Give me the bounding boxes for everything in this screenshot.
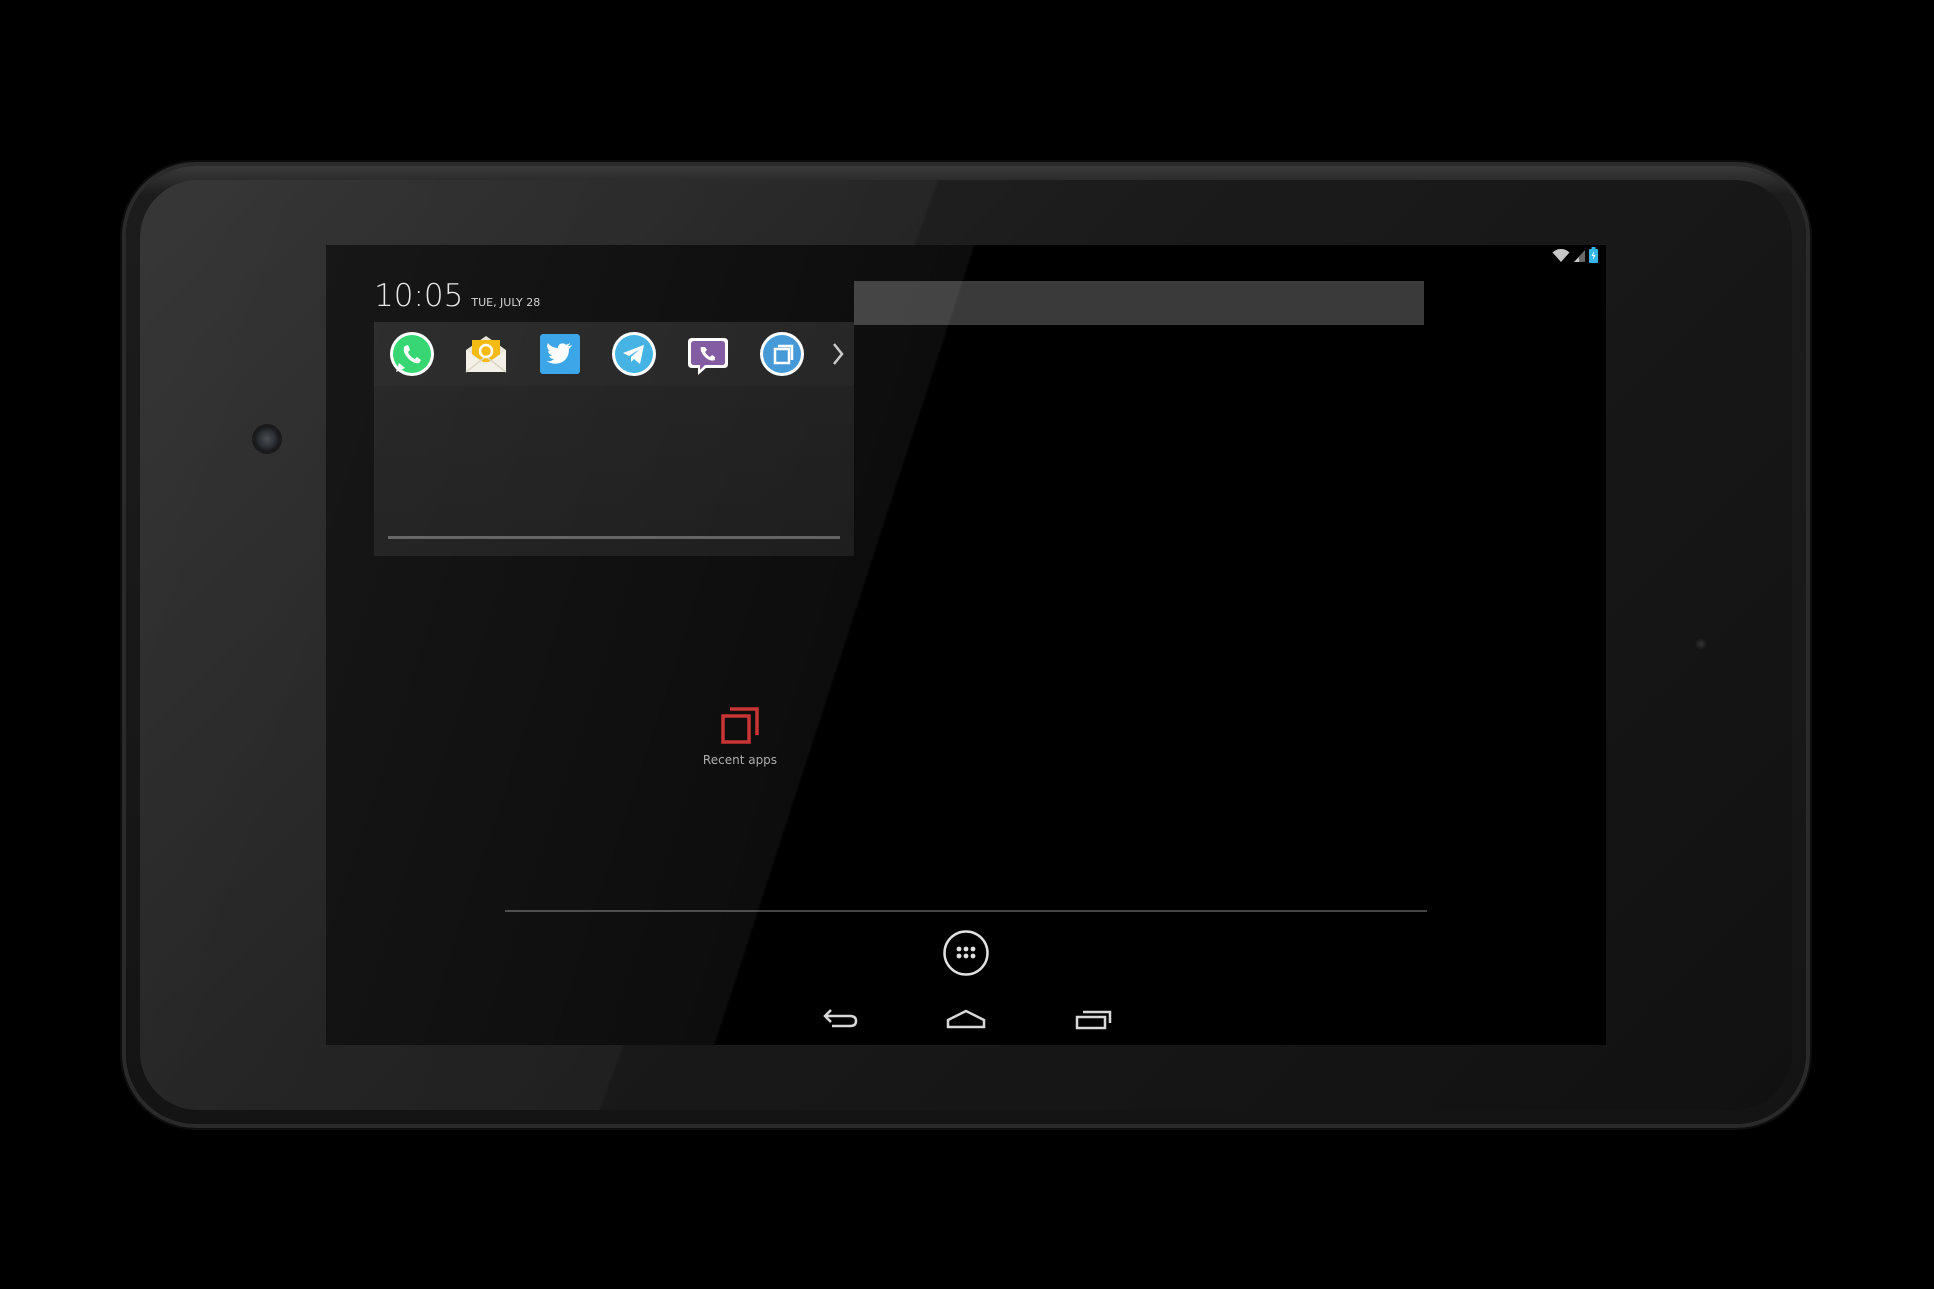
viber-icon[interactable] [684,330,732,378]
navigation-bar [326,1001,1606,1041]
home-icon[interactable] [944,1001,988,1037]
telegram-icon[interactable] [610,330,658,378]
clock-date: TUE, JULY 28 [471,296,541,309]
recent-apps-icon[interactable] [758,330,806,378]
clock-app-widget: 10:05 TUE, JULY 28 [374,278,854,556]
recents-icon[interactable] [1072,1001,1116,1037]
recent-apps-label: Recent apps [702,753,778,767]
dock-divider [505,910,1427,912]
front-camera [254,426,280,452]
twitter-icon[interactable] [536,330,584,378]
battery-charging-icon [1589,247,1598,267]
chevron-right-icon[interactable] [830,340,846,368]
recent-apps-shortcut[interactable]: Recent apps [690,703,790,767]
whatsapp-icon[interactable] [388,330,436,378]
email-icon[interactable] [462,330,510,378]
clock-time[interactable]: 10:05 [374,278,463,314]
wifi-icon [1552,248,1570,267]
stage: 10:05 TUE, JULY 28 Recent apps [0,0,1934,1289]
signal-icon [1573,248,1586,267]
status-bar [1552,247,1598,267]
back-icon[interactable] [818,1001,862,1037]
widget-divider [388,536,840,539]
device-screen: 10:05 TUE, JULY 28 Recent apps [326,245,1606,1045]
app-drawer-icon[interactable] [942,929,990,977]
recent-apps-red-icon [718,703,762,747]
light-sensor [1695,638,1707,650]
app-shortcut-row [374,322,854,386]
search-bar[interactable] [854,281,1424,325]
widget-body [374,386,854,556]
clock-row: 10:05 TUE, JULY 28 [374,278,854,314]
